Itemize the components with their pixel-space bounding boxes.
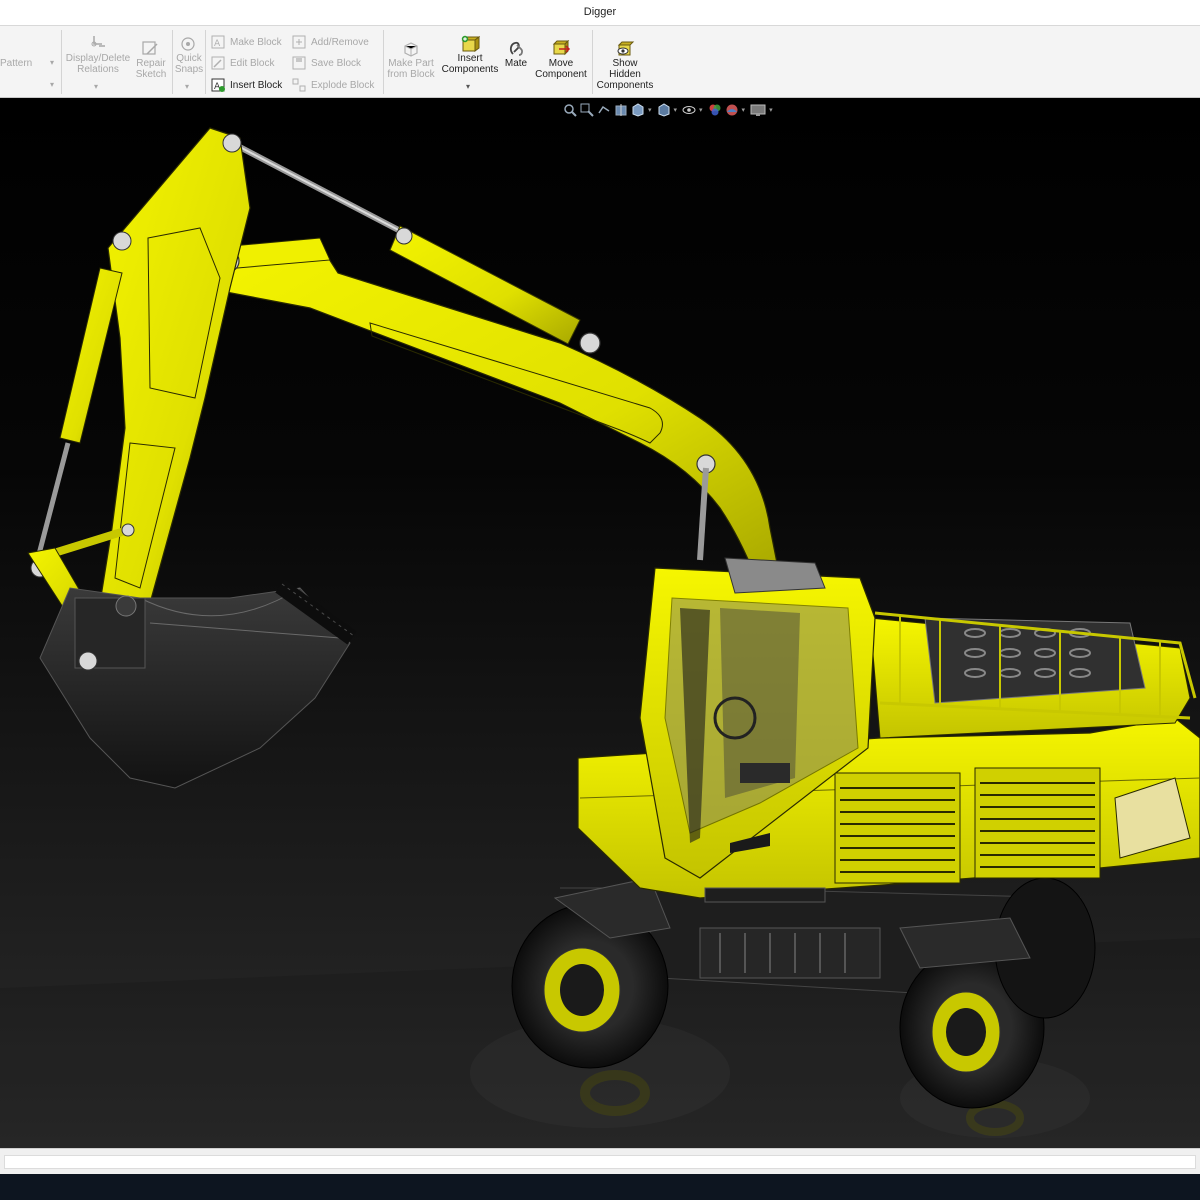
status-bar [0,1148,1200,1174]
display-style-dropdown[interactable]: ▾ [674,106,678,114]
pattern-second-caret[interactable]: ▾ [50,80,54,89]
insert-components-caret[interactable]: ▾ [466,82,470,91]
apply-scene-dropdown[interactable]: ▾ [742,106,746,114]
display-style-icon[interactable] [657,103,671,117]
add-remove-icon [292,35,306,49]
repair-sketch-icon [142,41,158,55]
make-block-button[interactable]: A Make Block [211,33,282,51]
make-block-label: Make Block [230,36,282,48]
bucket[interactable] [39,579,357,789]
edit-appearance-icon[interactable] [708,103,722,117]
relations-dropdown-caret[interactable]: ▾ [94,82,98,91]
zoom-to-area-icon[interactable] [580,103,594,117]
explode-block-button[interactable]: Explode Block [292,76,374,94]
show-hidden-components-label: Show Hidden Components [596,58,654,91]
explode-block-label: Explode Block [311,79,375,91]
window-title: Digger [583,6,617,18]
pattern-dropdown-caret[interactable]: ▾ [50,58,54,67]
application-window: Digger Pattern ▾ ▾ Display/Delete Relati… [0,0,1200,1200]
view-orientation-dropdown[interactable]: ▾ [648,106,652,114]
repair-sketch-label: Repair Sketch [135,58,167,80]
add-remove-label: Add/Remove [311,36,369,48]
excavator-model[interactable] [0,98,1200,1148]
quick-snaps-caret[interactable]: ▾ [185,82,189,91]
view-orientation-icon[interactable] [631,103,645,117]
move-component-label: Move Component [535,58,587,80]
ribbon-separator [205,30,206,94]
hide-show-items-icon[interactable] [682,103,696,117]
arm-stick[interactable] [99,127,251,619]
engine-deck[interactable] [869,611,1197,739]
edit-block-button[interactable]: Edit Block [211,54,274,72]
quick-snaps-icon [181,37,195,51]
save-block-icon [292,56,306,70]
os-taskbar [0,1174,1200,1200]
insert-block-label: Insert Block [230,79,283,91]
edit-block-icon [211,56,225,70]
previous-view-icon[interactable] [597,103,611,117]
svg-text:A: A [214,39,221,49]
mate-label: Mate [504,58,528,69]
save-block-label: Save Block [311,57,362,69]
graphics-area[interactable]: ▾ ▾ ▾ ▾ ▾ [0,98,1200,1148]
insert-block-button[interactable]: A Insert Block [211,76,282,94]
make-block-icon: A [211,35,225,49]
explode-block-icon [292,78,306,92]
add-remove-button[interactable]: Add/Remove [292,33,369,51]
make-part-from-block-icon [404,42,418,57]
title-bar: Digger [0,0,1200,26]
hide-show-dropdown[interactable]: ▾ [699,106,703,114]
command-manager-ribbon: Pattern ▾ ▾ Display/Delete Relations ▾ R… [0,26,1200,98]
move-component-icon [552,40,571,56]
zoom-to-fit-icon[interactable] [563,103,577,117]
status-bar-field [4,1155,1196,1169]
save-block-button[interactable]: Save Block [292,54,361,72]
edit-block-label: Edit Block [230,57,275,69]
ribbon-separator [592,30,593,94]
mate-icon [509,41,523,56]
insert-components-label: Insert Components [441,53,499,75]
section-view-icon[interactable] [614,103,628,117]
view-settings-icon[interactable] [750,103,766,117]
quick-snaps-label: Quick Snaps [174,53,204,75]
display-delete-relations-label: Display/Delete Relations [65,53,131,75]
relations-icon [91,36,105,47]
apply-scene-icon[interactable] [725,103,739,117]
insert-block-icon: A [211,78,225,92]
insert-components-icon [461,35,480,52]
make-part-from-block-label: Make Part from Block [387,58,435,80]
show-hidden-components-icon [617,41,635,56]
view-settings-dropdown[interactable]: ▾ [769,106,773,114]
pattern-button-label[interactable]: Pattern [0,58,32,69]
heads-up-view-toolbar: ▾ ▾ ▾ ▾ ▾ [563,102,835,118]
ribbon-separator [61,30,62,94]
